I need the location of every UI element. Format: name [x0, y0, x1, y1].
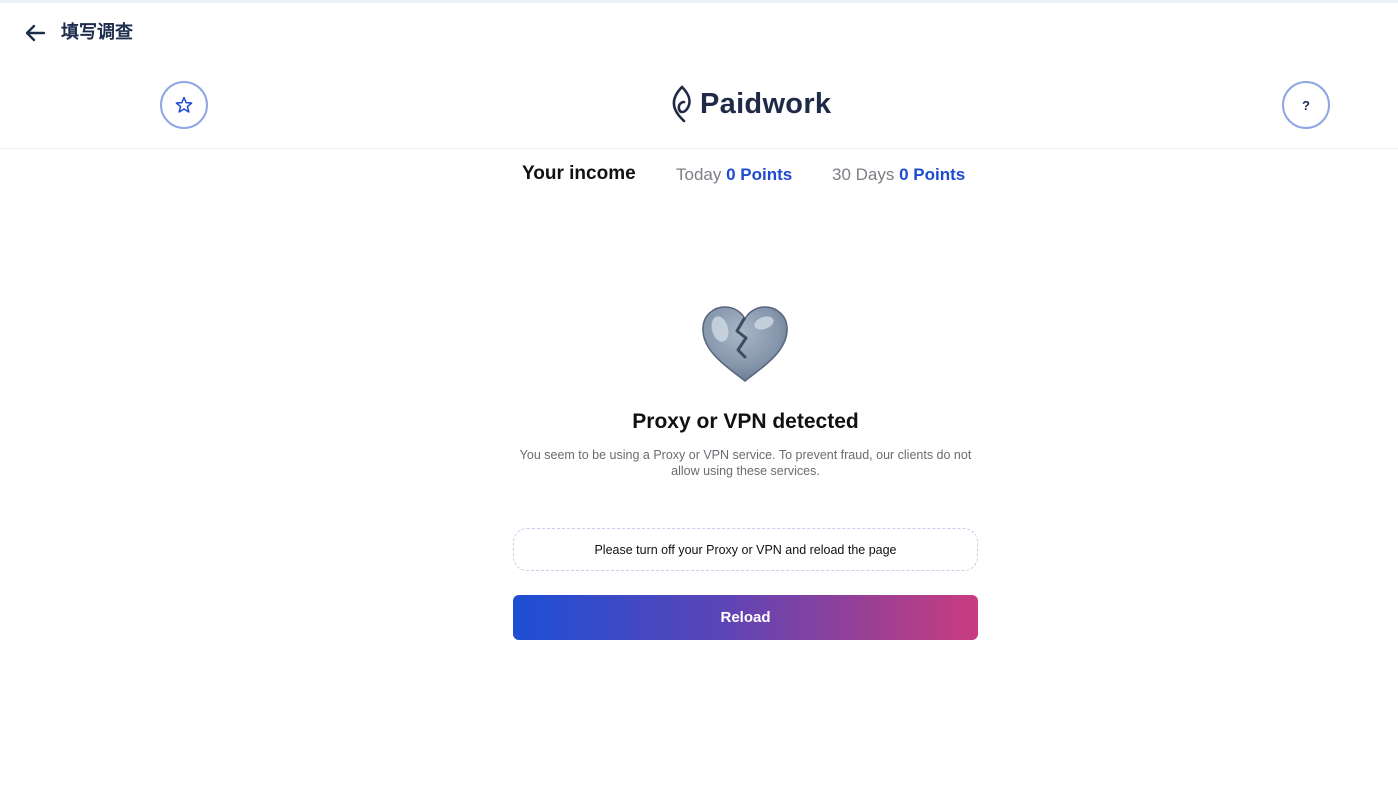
- logo-text: Paidwork: [700, 87, 832, 120]
- star-icon: [175, 96, 193, 113]
- hint-text: Please turn off your Proxy or VPN and re…: [594, 542, 897, 557]
- error-title: Proxy or VPN detected: [632, 410, 859, 433]
- thirty-days-points: 0 Points: [899, 165, 966, 184]
- top-strip: [0, 0, 1398, 3]
- help-icon: ?: [1302, 97, 1310, 113]
- today-label: Today: [676, 165, 722, 184]
- logo: Paidwork: [670, 84, 831, 124]
- help-button[interactable]: ?: [1282, 81, 1330, 129]
- header: Paidwork ?: [0, 66, 1398, 149]
- thirty-days-label: 30 Days: [832, 165, 895, 184]
- page-title: 填写调查: [61, 22, 133, 43]
- error-description: You seem to be using a Proxy or VPN serv…: [519, 448, 972, 478]
- back-button[interactable]: [22, 20, 48, 46]
- today-points: 0 Points: [726, 165, 793, 184]
- hint-box: Please turn off your Proxy or VPN and re…: [513, 528, 978, 571]
- arrow-left-icon: [25, 24, 46, 42]
- thirty-days-stat: 30 Days 0 Points: [832, 165, 965, 185]
- paidwork-logo-icon: [672, 85, 691, 123]
- income-label: Your income: [522, 163, 636, 184]
- today-stat: Today 0 Points: [676, 165, 792, 185]
- income-bar: Your income Today 0 Points 30 Days 0 Poi…: [0, 163, 1398, 193]
- favorite-button[interactable]: [160, 81, 208, 129]
- broken-heart-icon: [702, 306, 788, 382]
- reload-button[interactable]: Reload: [513, 595, 978, 640]
